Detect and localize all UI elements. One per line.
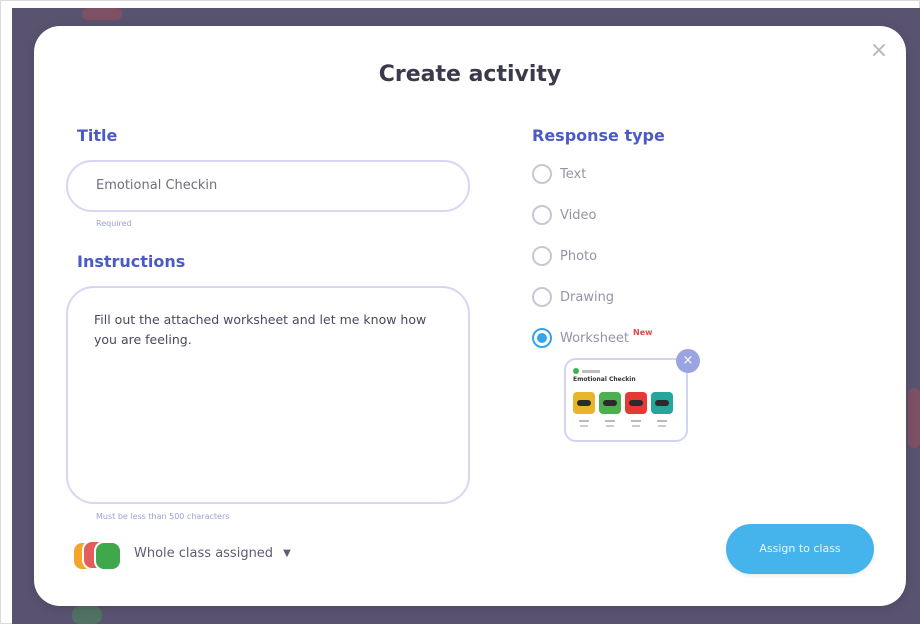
response-option-label: Video: [560, 207, 597, 223]
avatar: [94, 541, 122, 571]
close-icon[interactable]: ×: [676, 349, 700, 373]
response-option-label: Photo: [560, 248, 598, 264]
response-option-label: Text: [560, 166, 587, 182]
emotion-face-icon: [573, 392, 595, 414]
caption-lines: [625, 418, 647, 432]
create-activity-modal: × Create activity Title Emotional Checki…: [34, 26, 906, 606]
radio-button[interactable]: [532, 246, 552, 266]
backdrop-item: [82, 8, 122, 20]
caption-lines: [573, 418, 595, 432]
response-option-text[interactable]: Text: [532, 164, 586, 184]
response-option-video[interactable]: Video: [532, 205, 596, 225]
worksheet-logo-icon: [573, 368, 579, 374]
assign-to-class-button[interactable]: Assign to class: [726, 524, 874, 574]
new-badge: New: [633, 327, 653, 337]
radio-button[interactable]: [532, 164, 552, 184]
worksheet-header-bar: [582, 369, 600, 373]
emotion-face-icon: [625, 392, 647, 414]
backdrop-item: [72, 606, 102, 624]
worksheet-header: [573, 368, 600, 374]
title-input[interactable]: Emotional Checkin: [66, 160, 470, 212]
class-assignment-label: Whole class assigned: [134, 546, 274, 561]
emotion-face-icon: [599, 392, 621, 414]
caption-lines: [651, 418, 673, 432]
response-option-worksheet[interactable]: Worksheet New: [532, 328, 653, 348]
radio-button[interactable]: [532, 205, 552, 225]
instructions-label: Instructions: [77, 252, 186, 271]
response-option-label: Drawing: [560, 289, 615, 305]
caption-lines: [599, 418, 621, 432]
worksheet-title: Emotional Checkin: [573, 376, 636, 383]
title-hint: Required: [96, 219, 132, 228]
backdrop-item: [908, 388, 920, 448]
response-type-label: Response type: [532, 126, 665, 145]
class-avatars: [72, 540, 122, 571]
response-option-label: Worksheet: [560, 330, 630, 346]
class-assignment-dropdown[interactable]: Whole class assigned ▼: [134, 546, 291, 561]
worksheet-captions: [573, 418, 673, 432]
chevron-down-icon: ▼: [283, 548, 291, 559]
instructions-hint: Must be less than 500 characters: [96, 512, 230, 521]
response-option-drawing[interactable]: Drawing: [532, 287, 614, 307]
instructions-textarea[interactable]: Fill out the attached worksheet and let …: [66, 286, 470, 504]
modal-title: Create activity: [378, 62, 562, 87]
response-option-photo[interactable]: Photo: [532, 246, 597, 266]
radio-button[interactable]: [532, 287, 552, 307]
worksheet-faces: [573, 392, 673, 414]
radio-button-selected[interactable]: [532, 328, 552, 348]
emotion-face-icon: [651, 392, 673, 414]
title-label: Title: [77, 126, 118, 145]
close-icon[interactable]: ×: [868, 40, 890, 62]
worksheet-preview-card[interactable]: Emotional Checkin: [564, 358, 688, 442]
